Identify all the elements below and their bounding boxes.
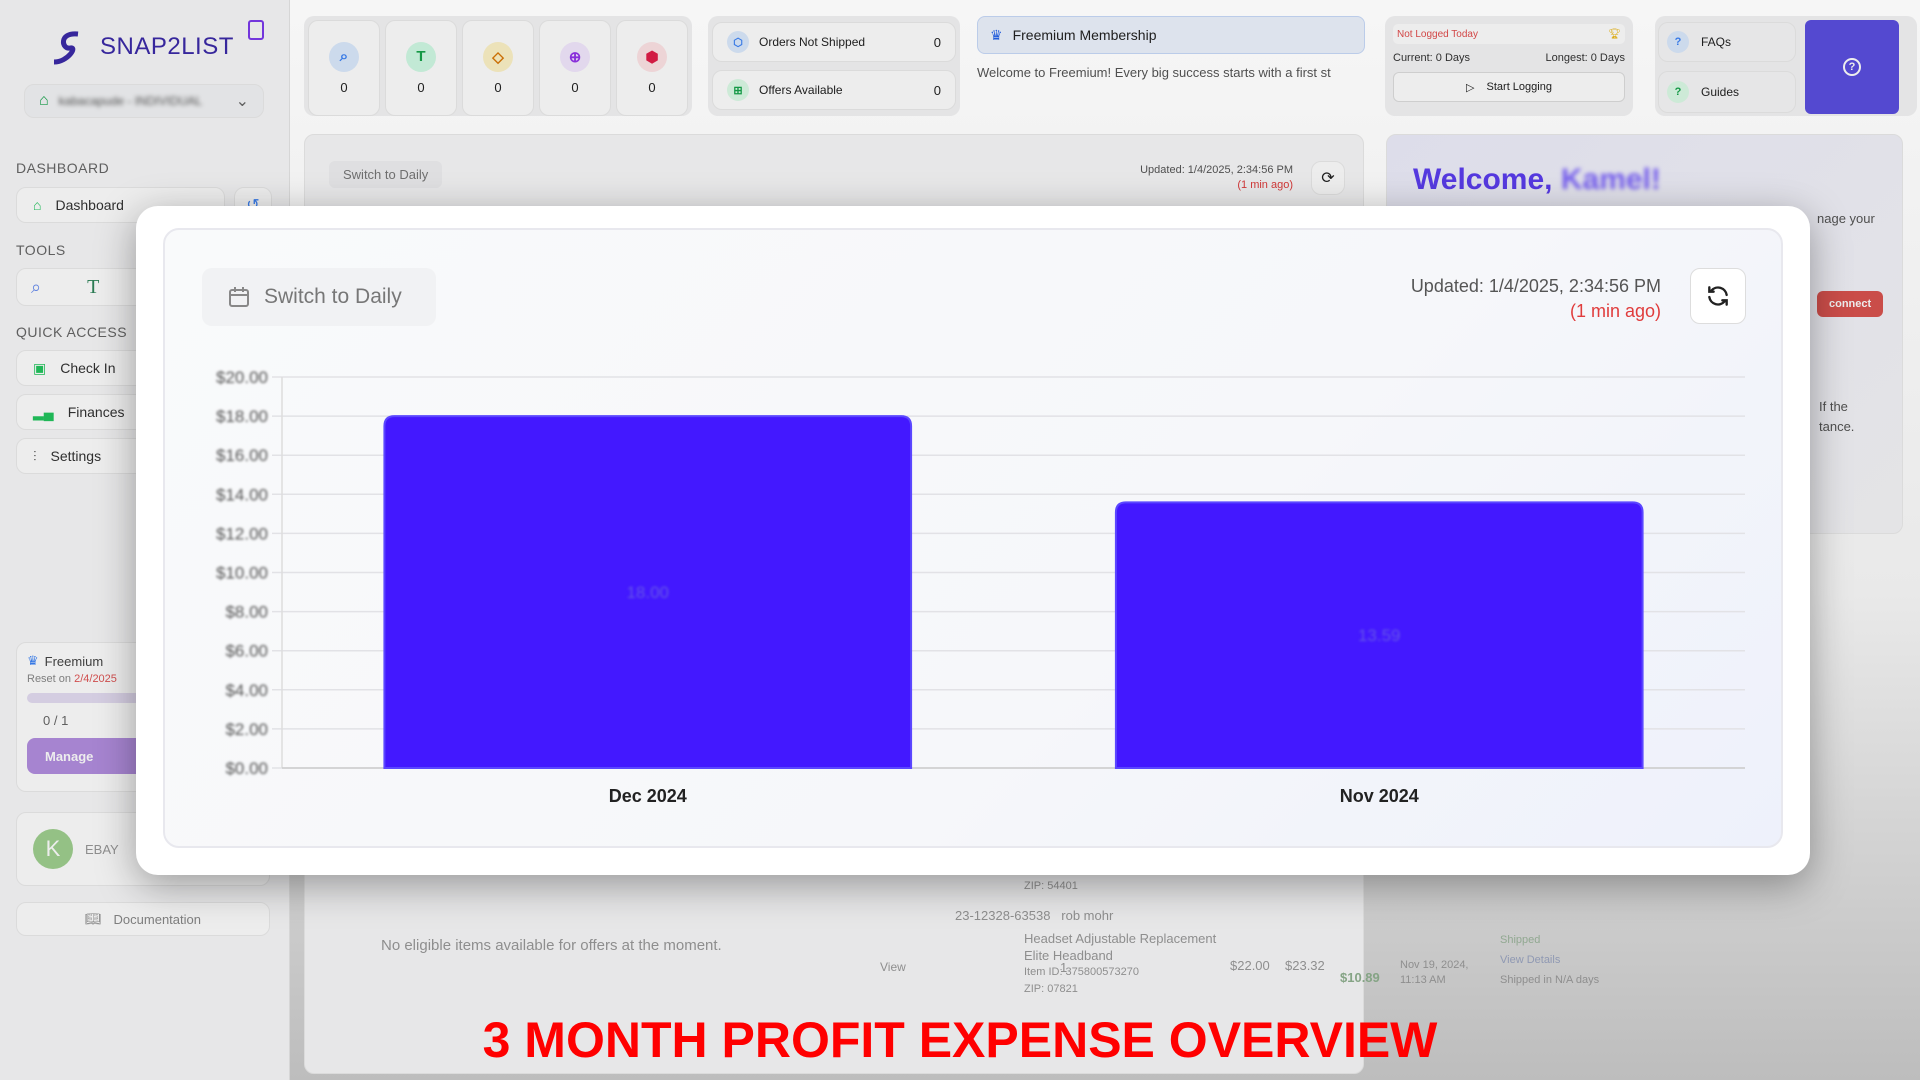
logo: SNAP2LIST — [48, 28, 234, 66]
home-icon: ⌂ — [33, 197, 42, 213]
membership-message: Welcome to Freemium! Every big success s… — [977, 65, 1331, 80]
search-icon: ⌕ — [329, 41, 359, 72]
bar-chart-icon: ▂▄ — [33, 403, 54, 420]
bar-data-label: 18.00 — [626, 583, 669, 602]
y-tick-label: $18.00 — [216, 407, 268, 426]
text-icon[interactable]: T — [87, 276, 99, 299]
section-label: QUICK ACCESS — [16, 324, 128, 340]
store-icon: ⌂ — [39, 92, 49, 109]
y-tick-label: $12.00 — [216, 524, 268, 543]
file-plus-icon: ⊕ — [560, 41, 590, 72]
stat-card[interactable]: ⬢ 0 — [616, 20, 688, 116]
section-label: TOOLS — [16, 242, 66, 258]
section-label: DASHBOARD — [16, 160, 110, 176]
logo-icon — [53, 31, 79, 65]
refresh-button[interactable] — [1690, 268, 1746, 324]
view-button[interactable]: View — [880, 960, 906, 974]
offers-available[interactable]: ⊞ Offers Available 0 — [712, 70, 956, 110]
sliders-icon: ⫶ — [33, 447, 37, 464]
faqs-button[interactable]: ? FAQs — [1658, 22, 1796, 62]
question-icon: ? — [1667, 81, 1689, 103]
tag-icon: ◇ — [483, 41, 513, 72]
refresh-icon — [1708, 286, 1728, 306]
y-tick-label: $2.00 — [225, 720, 268, 739]
updated-timestamp: Updated: 1/4/2025, 2:34:56 PM (1 min ago) — [1410, 276, 1661, 321]
y-tick-label: $14.00 — [216, 485, 268, 504]
text-icon: T — [406, 41, 436, 72]
stat-card[interactable]: ◇ 0 — [462, 20, 534, 116]
refresh-button-bg[interactable]: ⟳ — [1311, 161, 1345, 195]
search-icon[interactable]: ⌕ — [31, 277, 41, 298]
y-tick-label: $0.00 — [225, 759, 268, 778]
avatar: K — [33, 829, 73, 869]
book-icon: 📖︎ — [85, 911, 102, 926]
chart-card: Switch to Daily Updated: 1/4/2025, 2:34:… — [163, 228, 1783, 848]
switch-daily-bg[interactable]: Switch to Daily — [329, 161, 443, 188]
y-tick-label: $20.00 — [216, 368, 268, 387]
start-logging-button[interactable]: ▷ Start Logging — [1393, 72, 1625, 102]
membership-banner[interactable]: ♛ Freemium Membership — [977, 16, 1365, 54]
y-tick-label: $8.00 — [225, 603, 268, 622]
gift-icon: ⊞ — [727, 79, 749, 101]
guides-button[interactable]: ? Guides — [1658, 71, 1796, 113]
stat-card[interactable]: T0 — [385, 20, 457, 116]
package-plus-icon: ⬢ — [637, 41, 667, 72]
x-tick-label: Nov 2024 — [1340, 786, 1419, 806]
package-icon: ⬡ — [727, 31, 749, 53]
trophy-icon: 🏆︎ — [1608, 28, 1621, 40]
store-selector[interactable]: ⌂ kabacapude - INDIVIDUAL ⌄ — [24, 84, 264, 118]
play-icon: ▷ — [1466, 81, 1475, 94]
y-tick-label: $10.00 — [216, 564, 268, 583]
orders-not-shipped[interactable]: ⬡ Orders Not Shipped 0 — [712, 22, 956, 62]
view-details-link[interactable]: View Details — [1500, 950, 1599, 970]
chart-modal: Switch to Daily Updated: 1/4/2025, 2:34:… — [136, 206, 1810, 875]
caption: 3 MONTH PROFIT EXPENSE OVERVIEW — [482, 1012, 1438, 1068]
documentation-button[interactable]: 📖︎ Documentation — [16, 902, 270, 936]
bar-chart: $0.00 $2.00 $4.00 $6.00 $8.00 $10.00 $12.00 $14… — [216, 368, 1745, 806]
bar-data-label: 13.59 — [1358, 626, 1401, 645]
stat-card[interactable]: ⊕ 0 — [539, 20, 611, 116]
crown-icon: ♛ — [990, 26, 1003, 43]
help-button[interactable]: ? — [1805, 20, 1899, 114]
chevron-down-icon: ⌄ — [235, 93, 249, 110]
x-tick-label: Dec 2024 — [609, 786, 687, 806]
crown-icon: ♛ — [27, 653, 39, 668]
y-tick-label: $6.00 — [225, 642, 268, 661]
stat-card[interactable]: ⌕ 0 — [308, 20, 380, 116]
calendar-check-icon: ▣ — [33, 359, 47, 376]
y-tick-label: $16.00 — [216, 446, 268, 465]
y-tick-label: $4.00 — [225, 681, 268, 700]
calendar-icon — [229, 287, 249, 307]
connect-button[interactable]: connect — [1817, 291, 1884, 317]
help-icon: ? — [1843, 58, 1861, 76]
question-icon: ? — [1667, 31, 1689, 53]
switch-to-daily-button[interactable]: Switch to Daily — [202, 268, 436, 326]
sidebar-toggle-icon[interactable] — [248, 20, 264, 40]
logging-card: Not Logged Today 🏆︎ Current: 0 Days Longes… — [1385, 16, 1633, 116]
